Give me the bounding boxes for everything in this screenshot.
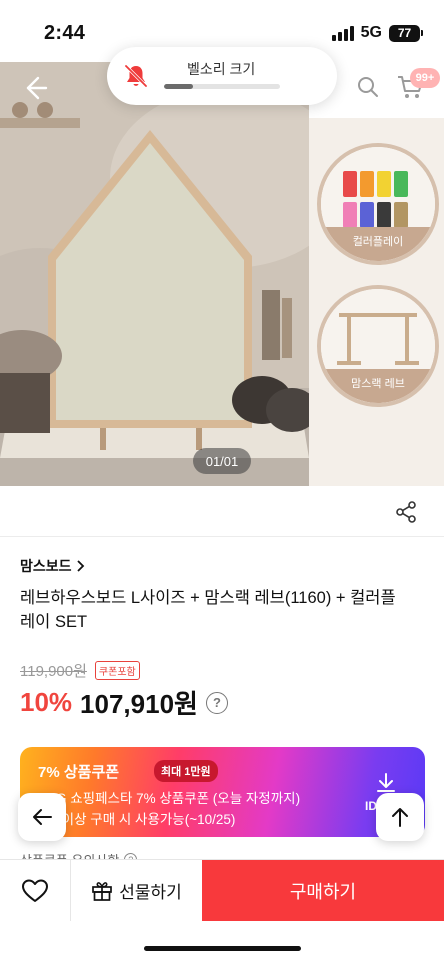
volume-fill	[164, 84, 193, 89]
share-icon[interactable]	[394, 500, 418, 524]
home-indicator-area	[0, 921, 444, 961]
cart-badge: 99+	[410, 68, 440, 88]
network-type: 5G	[360, 24, 382, 41]
floating-back-button[interactable]	[18, 793, 66, 841]
image-counter: 01/01	[193, 448, 251, 474]
coupon-included-tag: 쿠폰포함	[94, 661, 140, 680]
coupon-description-line2: 1원 이상 구매 시 사용가능(~10/25)	[38, 812, 236, 827]
related-products-panel: 컬러플레이 맘스랙 레브	[309, 58, 444, 486]
chevron-right-icon	[76, 560, 84, 572]
wishlist-button[interactable]	[0, 860, 71, 921]
heart-icon	[22, 879, 48, 902]
gift-label: 선물하기	[119, 883, 182, 902]
product-image[interactable]: 01/01	[0, 58, 309, 486]
thumb-colorplay[interactable]: 컬러플레이	[317, 143, 439, 265]
battery-icon: 77	[389, 24, 423, 42]
bottom-action-bar: 선물하기 구매하기	[0, 859, 444, 921]
ringer-volume-hud: 벨소리 크기	[107, 47, 337, 105]
category-link[interactable]: 맘스보드	[20, 556, 86, 576]
original-price-row: 119,900원 쿠폰포함	[20, 660, 140, 681]
search-icon[interactable]	[356, 75, 380, 99]
bell-muted-icon	[124, 64, 148, 88]
price-info-icon[interactable]: ?	[205, 691, 228, 714]
section-divider	[0, 536, 444, 537]
coupon-banner[interactable]: 7% 상품쿠폰 최대 1만원 SSG 쇼핑페스타 7% 상품쿠폰 (오늘 자정까…	[20, 747, 425, 837]
thumb-label-colorplay: 컬러플레이	[321, 227, 435, 261]
gift-icon	[92, 881, 113, 901]
battery-level: 77	[397, 26, 412, 40]
home-indicator[interactable]	[144, 946, 301, 951]
arrow-left-icon	[33, 809, 52, 825]
coupon-title: 7% 상품쿠폰	[38, 764, 120, 781]
discount-rate: 10%	[20, 687, 73, 717]
download-icon[interactable]	[374, 771, 398, 795]
back-arrow-icon[interactable]	[18, 72, 50, 104]
volume-label: 벨소리 크기	[187, 61, 256, 77]
volume-track	[164, 84, 280, 89]
status-indicators: 5G 77	[331, 24, 423, 42]
buy-button[interactable]: 구매하기	[202, 860, 444, 921]
arrow-up-icon	[392, 808, 408, 827]
thumb-momsrack[interactable]: 맘스랙 레브	[317, 285, 439, 407]
scroll-top-button[interactable]	[376, 793, 424, 841]
category-label: 맘스보드	[20, 558, 72, 574]
product-photo-illustration	[0, 58, 309, 486]
sale-price: 107,910원	[80, 689, 198, 719]
coupon-description-line1: SSG 쇼핑페스타 7% 상품쿠폰 (오늘 자정까지)	[38, 791, 301, 806]
product-title: 레브하우스보드 L사이즈 + 맘스랙 레브(1160) + 컬러플레이 SET	[20, 589, 396, 631]
status-time: 2:44	[44, 22, 86, 44]
original-price: 119,900원	[20, 663, 87, 680]
gift-button[interactable]: 선물하기	[71, 860, 202, 921]
thumb-label-momsrack: 맘스랙 레브	[321, 369, 435, 403]
coupon-max-badge: 최대 1만원	[154, 760, 218, 782]
signal-icon	[331, 25, 354, 41]
price-row: 10% 107,910원 ?	[20, 684, 228, 721]
